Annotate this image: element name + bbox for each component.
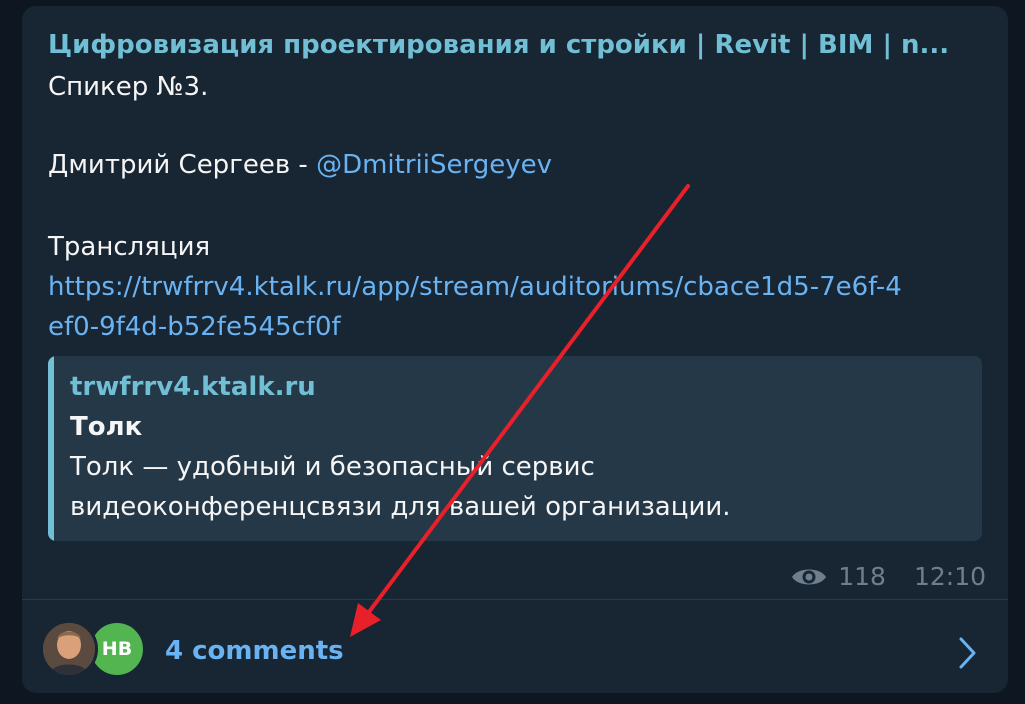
comments-button[interactable]: НВ 4 comments	[22, 600, 1008, 693]
broadcast-label: Трансляция	[48, 232, 211, 262]
preview-site-name: trwfrrv4.ktalk.ru	[70, 372, 316, 402]
avatar-photo	[43, 623, 95, 675]
mention-link[interactable]: @DmitriiSergeyev	[316, 150, 552, 180]
preview-title: Толк	[70, 412, 143, 442]
link-preview[interactable]: trwfrrv4.ktalk.ru Толк Толк — удобный и …	[48, 356, 982, 541]
eye-icon	[792, 569, 827, 584]
stream-link-line-1[interactable]: https://trwfrrv4.ktalk.ru/app/stream/aud…	[48, 272, 902, 302]
preview-description-line-1: Толк — удобный и безопасный сервис	[70, 452, 595, 482]
stream-link-line-2[interactable]: ef0-9f4d-b52fe545cf0f	[48, 312, 341, 342]
avatar	[40, 620, 98, 678]
comments-label[interactable]: 4 comments	[165, 636, 344, 666]
preview-description-line-2: видеоконференцсвязи для вашей организаци…	[70, 492, 731, 522]
message-time: 12:10	[913, 562, 986, 591]
channel-title[interactable]: Цифровизация проектирования и стройки | …	[48, 30, 978, 60]
speaker-line: Спикер №3.	[48, 72, 209, 102]
message-bubble: Цифровизация проектирования и стройки | …	[22, 6, 1008, 693]
preview-accent-bar	[48, 356, 54, 541]
speaker-name-line: Дмитрий Сергеев - @DmitriiSergeyev	[48, 150, 552, 180]
message-meta: 118 12:10	[790, 562, 986, 591]
view-count: 118	[838, 562, 886, 591]
chevron-right-icon[interactable]	[958, 636, 978, 670]
speaker-name: Дмитрий Сергеев -	[48, 150, 317, 180]
